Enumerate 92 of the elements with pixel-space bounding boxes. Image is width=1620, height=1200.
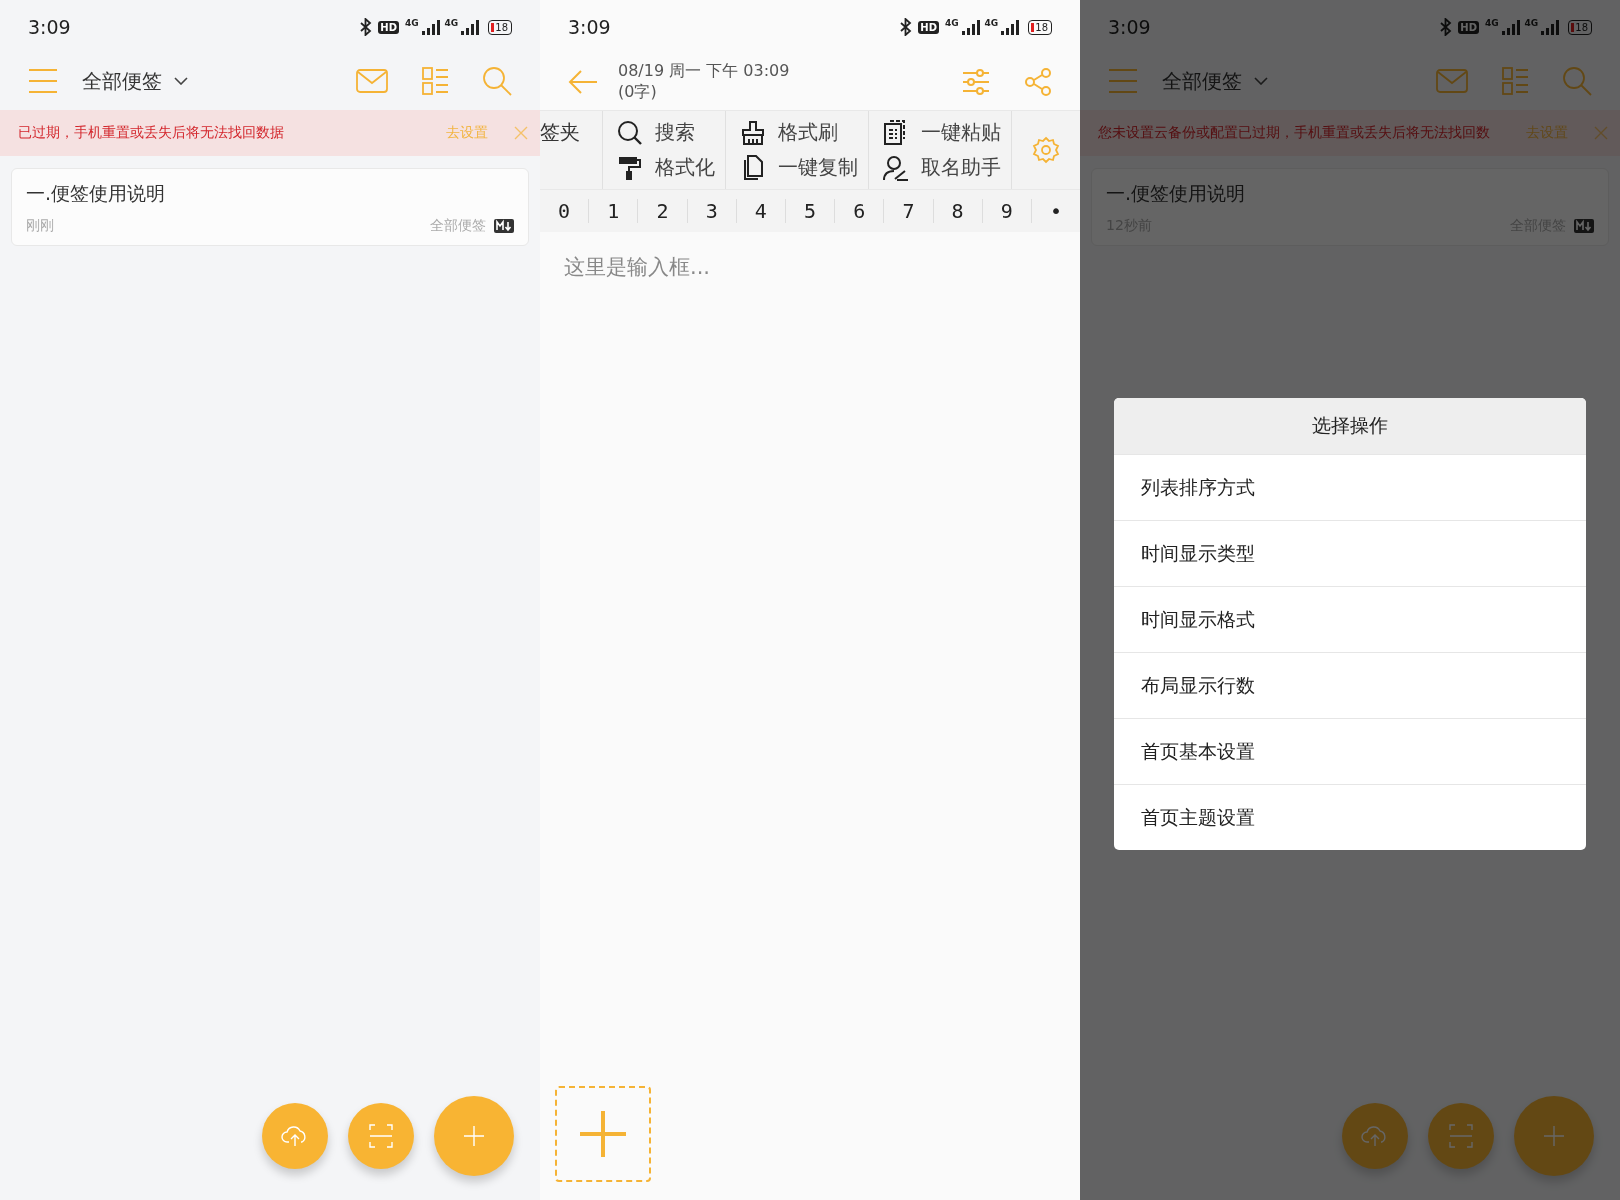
brush-icon [740,119,766,146]
status-time: 3:09 [1108,16,1151,38]
signal-icon [1501,19,1522,35]
number-key[interactable]: 7 [884,199,934,223]
back-icon[interactable] [568,69,598,95]
share-icon[interactable] [1024,68,1052,96]
status-time: 3:09 [568,16,611,38]
bluetooth-icon [360,18,373,36]
search-icon [617,119,643,146]
cloud-upload-button[interactable] [262,1103,328,1169]
hd-badge: HD [1458,20,1479,34]
dialog-option[interactable]: 列表排序方式 [1114,454,1586,520]
toolbar-item[interactable]: 签夹 [540,119,592,146]
mail-icon[interactable] [356,69,388,93]
number-key[interactable]: • [1031,199,1080,223]
dialog-option[interactable]: 布局显示行数 [1114,652,1586,718]
cloud-upload-icon [281,1125,309,1147]
number-key[interactable]: 0 [540,199,590,223]
search-icon[interactable] [1562,66,1592,96]
network-label: 4G [404,18,419,28]
chevron-icon[interactable] [174,77,188,85]
note-input-field[interactable]: 这里是输入框... [562,254,1058,280]
toolbar-item[interactable]: 一键复制 [740,154,858,181]
settings-icon[interactable] [1032,136,1060,164]
signal-icon [961,19,982,35]
mail-icon[interactable] [1436,69,1468,93]
battery-indicator: 18 [1568,19,1592,35]
person-edit-icon [883,154,909,181]
plus-icon [1544,1126,1564,1146]
bluetooth-icon [1440,18,1453,36]
add-attachment-button[interactable] [555,1086,651,1182]
battery-indicator: 18 [1028,19,1052,35]
number-key[interactable]: 8 [933,199,983,223]
close-icon[interactable] [1594,126,1608,140]
signal-icon [461,19,482,35]
number-key[interactable]: 2 [638,199,688,223]
sliders-icon[interactable] [962,68,990,96]
layout-icon[interactable] [422,67,448,95]
toolbar-item[interactable]: 搜索 [617,119,715,146]
menu-icon[interactable] [1108,68,1138,94]
note-folder: 全部便签 [430,217,486,235]
number-key[interactable]: 1 [589,199,639,223]
dialog-option[interactable]: 时间显示类型 [1114,520,1586,586]
signal-icon [1541,19,1562,35]
add-note-button[interactable] [434,1096,514,1176]
warning-text: 已过期，手机重置或丢失后将无法找回数据 [18,124,285,142]
hd-badge: HD [918,20,939,34]
scan-icon [1449,1124,1473,1148]
note-title: 一.便签使用说明 [26,181,167,206]
battery-indicator: 18 [488,19,512,35]
network-label: 4G [984,18,999,28]
signal-icon [421,19,442,35]
network-label: 4G [944,18,959,28]
plus-icon [580,1111,626,1157]
cloud-upload-icon [1361,1125,1389,1147]
dialog-option[interactable]: 时间显示格式 [1114,586,1586,652]
network-label: 4G [444,18,459,28]
network-label: 4G [1484,18,1499,28]
number-key[interactable]: 4 [736,199,786,223]
network-label: 4G [1524,18,1539,28]
number-key[interactable]: 5 [785,199,836,223]
search-icon[interactable] [482,66,512,96]
warning-text: 您未设置云备份或配置已过期，手机重置或丢失后将无法找回数 [1098,124,1491,142]
dialog-option[interactable]: 首页主题设置 [1114,784,1586,850]
scan-button[interactable] [348,1103,414,1169]
number-key[interactable]: 6 [835,199,885,223]
bluetooth-icon [900,18,913,36]
scan-icon [369,1124,393,1148]
folder-dropdown[interactable]: 全部便签 [82,67,162,95]
toolbar-item[interactable]: 一键粘贴 [883,119,1001,146]
dialog-title: 选择操作 [1114,398,1586,454]
signal-icon [1001,19,1022,35]
markdown-icon [494,219,514,233]
note-date: 08/19 周一 下午 03:09 [618,61,790,82]
character-count: (0字) [618,82,658,103]
note-time: 刚刚 [26,217,54,235]
number-key[interactable]: 3 [687,199,737,223]
toolbar-item[interactable]: 格式化 [617,154,715,181]
status-time: 3:09 [28,16,71,38]
layout-icon[interactable] [1502,67,1528,95]
toolbar-item[interactable]: 取名助手 [883,154,1001,181]
plus-icon [464,1126,484,1146]
menu-icon[interactable] [28,68,58,94]
markdown-icon [1574,219,1594,233]
dialog-option[interactable]: 首页基本设置 [1114,718,1586,784]
hd-badge: HD [378,20,399,34]
close-icon[interactable] [514,126,528,140]
paint-roller-icon [617,154,643,181]
note-title: 一.便签使用说明 [1106,181,1247,206]
number-key[interactable]: 9 [982,199,1032,223]
note-card[interactable]: 一.便签使用说明 刚刚 全部便签 [11,168,529,246]
toolbar-item[interactable]: 格式刷 [740,119,858,146]
